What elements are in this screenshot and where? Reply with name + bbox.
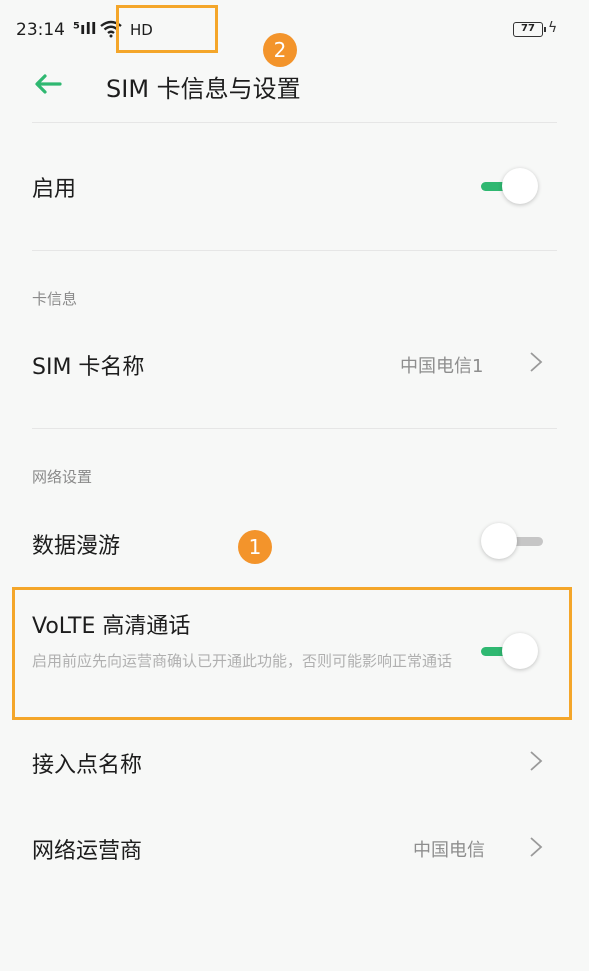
toggle-knob bbox=[502, 633, 538, 669]
data-roaming-label: 数据漫游 bbox=[32, 534, 121, 559]
header-divider bbox=[32, 122, 557, 123]
sim-name-label[interactable]: SIM 卡名称 bbox=[32, 349, 144, 381]
volte-toggle[interactable] bbox=[479, 632, 541, 672]
carrier-value: 中国电信 bbox=[413, 840, 485, 861]
toggle-knob bbox=[481, 523, 517, 559]
back-arrow-icon[interactable] bbox=[32, 72, 62, 96]
divider bbox=[32, 250, 557, 251]
chevron-right-icon[interactable] bbox=[529, 836, 543, 858]
page-title: SIM 卡信息与设置 bbox=[106, 75, 301, 103]
sim-name-value: 中国电信1 bbox=[400, 356, 484, 377]
charging-icon: ϟ bbox=[548, 20, 558, 36]
battery-icon: 77 bbox=[513, 22, 546, 37]
annotation-badge-1: 1 bbox=[238, 530, 272, 564]
volte-label: VoLTE 高清通话 bbox=[32, 614, 191, 639]
toggle-knob bbox=[502, 168, 538, 204]
apn-label[interactable]: 接入点名称 bbox=[32, 747, 142, 779]
section-header-network: 网络设置 bbox=[32, 468, 93, 486]
divider bbox=[32, 428, 557, 429]
volte-description: 启用前应先向运营商确认已开通此功能，否则可能影响正常通话 bbox=[32, 652, 453, 670]
signal-icon: ⁵ıll bbox=[73, 19, 97, 38]
hd-highlight-box bbox=[116, 5, 218, 53]
status-time: 23:14 bbox=[16, 20, 65, 40]
chevron-right-icon[interactable] bbox=[529, 351, 543, 373]
enable-toggle[interactable] bbox=[479, 167, 541, 207]
chevron-right-icon[interactable] bbox=[529, 750, 543, 772]
data-roaming-toggle[interactable] bbox=[481, 522, 543, 562]
carrier-label[interactable]: 网络运营商 bbox=[32, 833, 142, 865]
enable-label: 启用 bbox=[32, 177, 77, 202]
section-header-card-info: 卡信息 bbox=[32, 290, 78, 308]
